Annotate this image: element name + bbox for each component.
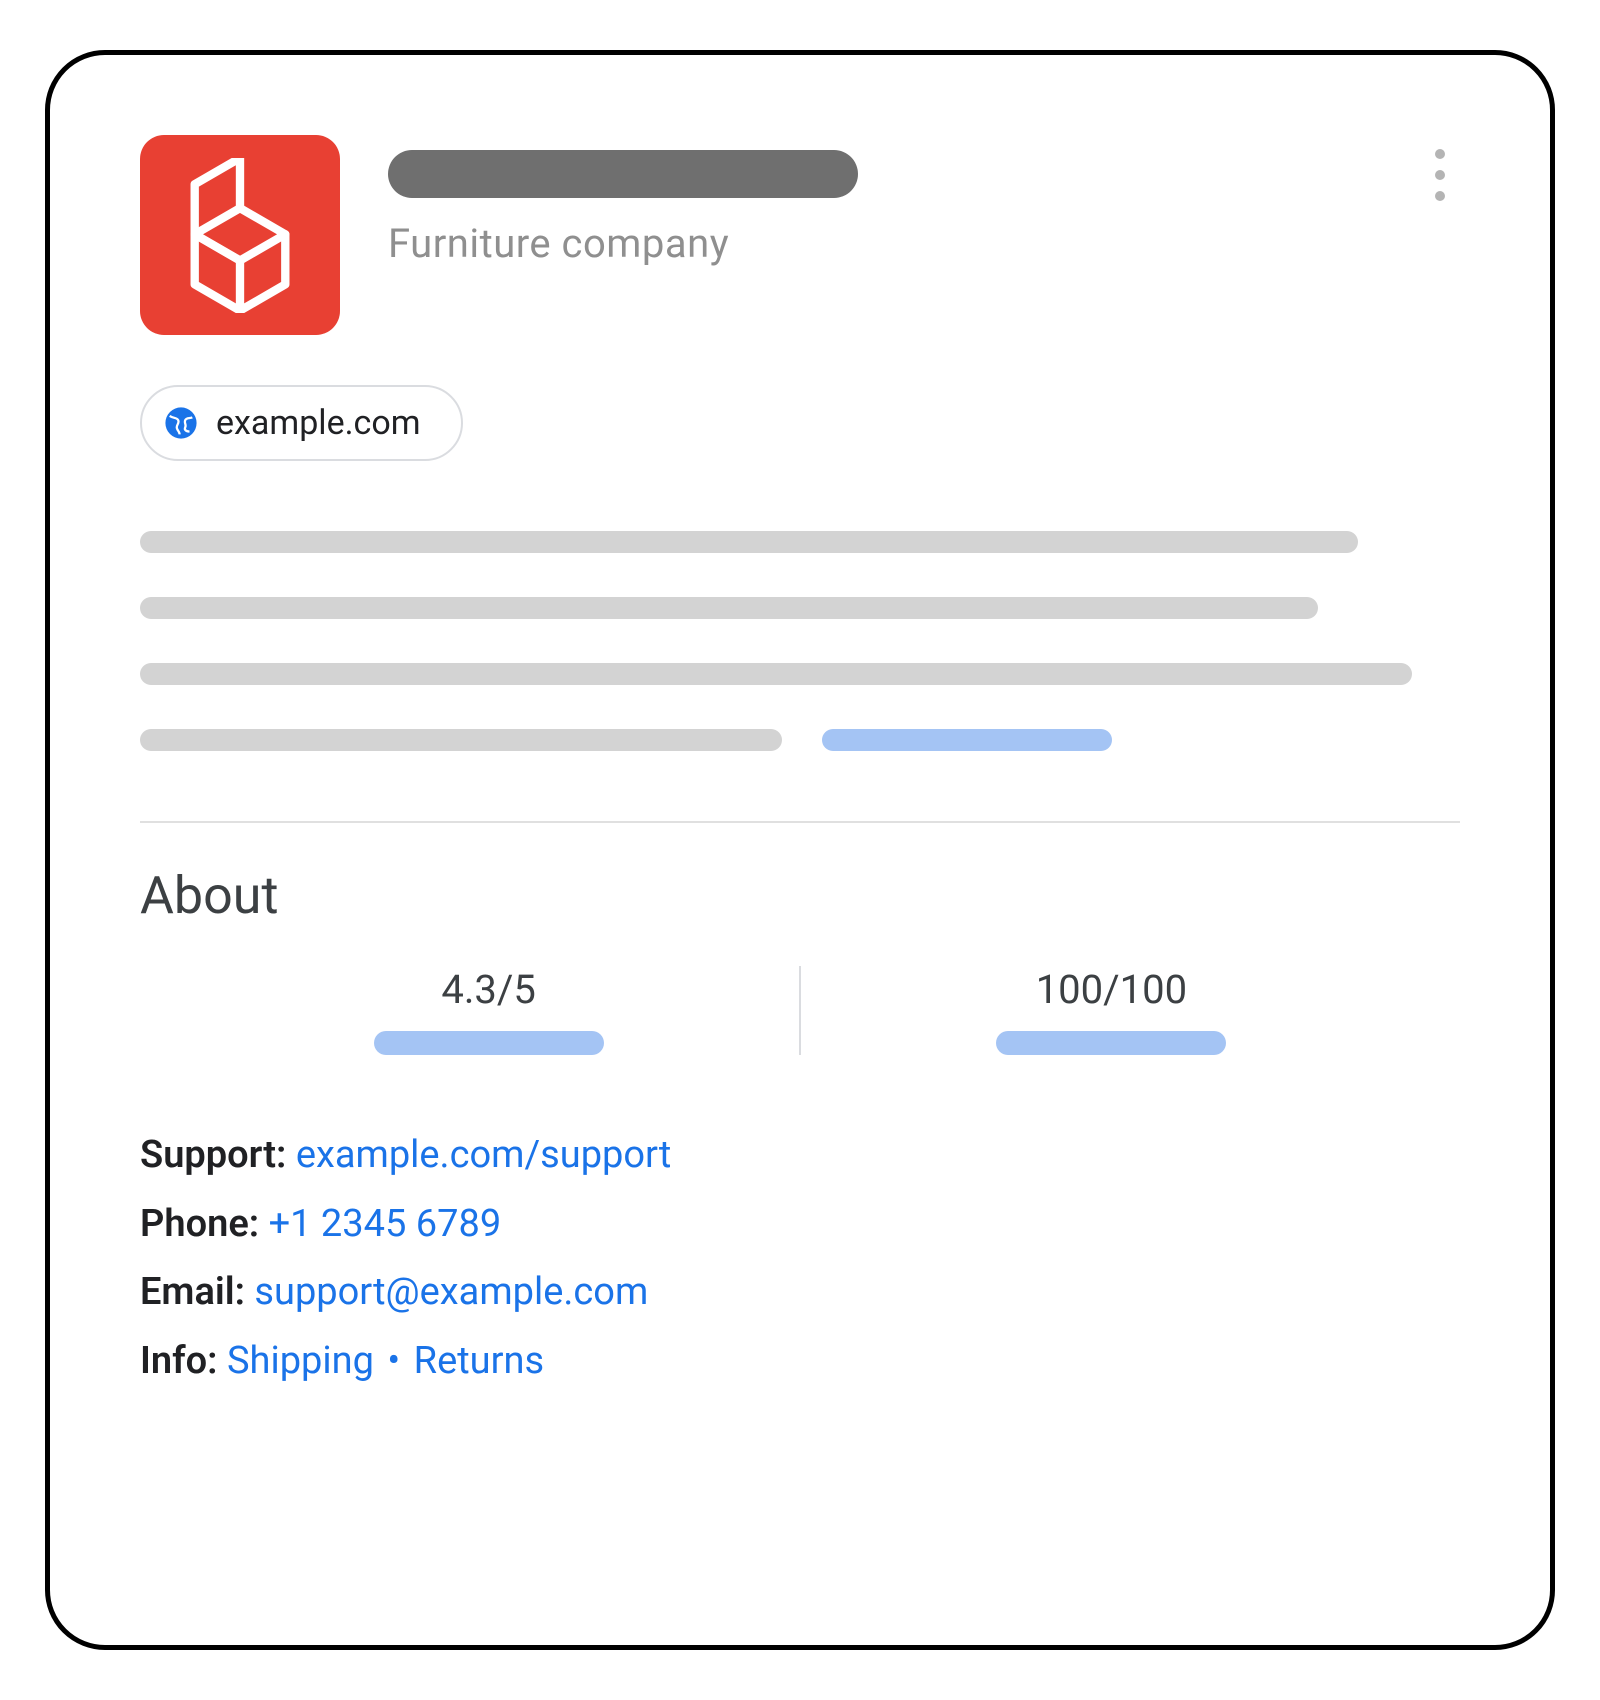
phone-link[interactable]: +1 2345 6789: [269, 1202, 502, 1246]
score-label-placeholder[interactable]: [996, 1031, 1226, 1055]
placeholder-line: [140, 729, 782, 751]
description-placeholder-block: [140, 531, 1460, 751]
dot-icon: [1435, 191, 1445, 201]
score-stat: 100/100: [821, 966, 1402, 1055]
returns-link[interactable]: Returns: [414, 1339, 544, 1383]
panel-header: Furniture company: [140, 135, 1460, 335]
section-divider: [140, 821, 1460, 823]
chair-icon: [180, 158, 300, 313]
phone-label: Phone:: [140, 1202, 259, 1246]
contact-phone-row: Phone: +1 2345 6789: [140, 1192, 1460, 1257]
support-link[interactable]: example.com/support: [296, 1133, 671, 1177]
contact-email-row: Email: support@example.com: [140, 1260, 1460, 1325]
stat-separator: [799, 966, 801, 1055]
knowledge-panel-card: Furniture company example.com: [45, 50, 1555, 1650]
rating-value: 4.3/5: [441, 966, 536, 1013]
dot-icon: [1435, 170, 1445, 180]
placeholder-line: [140, 531, 1358, 553]
support-label: Support:: [140, 1133, 286, 1177]
overflow-menu-button[interactable]: [1420, 145, 1460, 205]
score-value: 100/100: [1036, 966, 1187, 1013]
globe-icon: [164, 406, 198, 440]
placeholder-link[interactable]: [822, 729, 1112, 751]
placeholder-line: [140, 663, 1412, 685]
shipping-link[interactable]: Shipping: [227, 1339, 374, 1383]
company-name-placeholder: [388, 150, 858, 198]
contact-info-row: Info: Shipping • Returns: [140, 1329, 1460, 1394]
contact-list: Support: example.com/support Phone: +1 2…: [140, 1123, 1460, 1393]
rating-stat: 4.3/5: [198, 966, 779, 1055]
company-logo: [140, 135, 340, 335]
about-heading: About: [140, 865, 1460, 926]
email-label: Email:: [140, 1270, 245, 1314]
website-label: example.com: [216, 403, 421, 443]
company-category: Furniture company: [388, 220, 1460, 267]
contact-support-row: Support: example.com/support: [140, 1123, 1460, 1188]
about-stats: 4.3/5 100/100: [140, 966, 1460, 1055]
website-chip[interactable]: example.com: [140, 385, 463, 461]
info-label: Info:: [140, 1339, 218, 1383]
rating-label-placeholder[interactable]: [374, 1031, 604, 1055]
placeholder-line: [140, 597, 1318, 619]
info-separator: •: [383, 1339, 404, 1383]
email-link[interactable]: support@example.com: [254, 1270, 648, 1314]
title-block: Furniture company: [388, 135, 1460, 267]
dot-icon: [1435, 149, 1445, 159]
